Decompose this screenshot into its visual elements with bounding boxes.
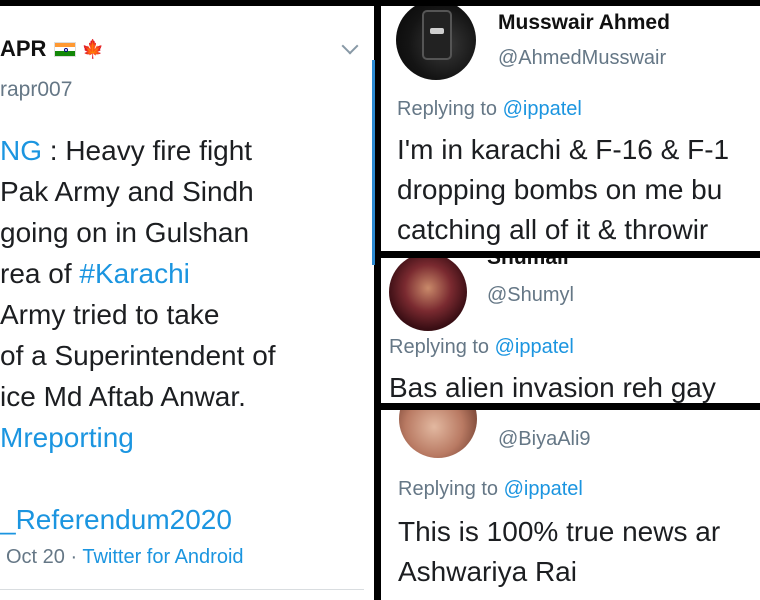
india-flag-icon: [54, 41, 77, 57]
reply-line: Ashwariya Rai: [398, 556, 577, 587]
author-name-row[interactable]: APR 🍁: [0, 36, 104, 62]
reply-card: @BiyaAli9 Replying to @ippatel This is 1…: [381, 410, 760, 600]
avatar[interactable]: [396, 6, 476, 80]
tweet-line: NG : Heavy fire fight: [0, 135, 253, 166]
reply-author-name[interactable]: Shumail: [487, 258, 569, 270]
reply-line: Bas alien invasion reh gay: [389, 372, 716, 403]
mention-link[interactable]: @ippatel: [495, 336, 574, 358]
tweet-line: rea of #Karachi: [0, 258, 190, 289]
tweet-line: ice Md Aftab Anwar.: [0, 381, 246, 412]
mention-link[interactable]: @ippatel: [503, 98, 582, 120]
replying-to: Replying to @ippatel: [397, 98, 582, 120]
hashtag-link[interactable]: Mreporting: [0, 421, 134, 455]
divider: [0, 589, 364, 590]
reply-line: catching all of it & throwir: [397, 214, 709, 245]
tweet-line: of a Superintendent of: [0, 340, 276, 371]
reply-author-name[interactable]: Musswair Ahmed: [498, 11, 670, 35]
hashtag-link[interactable]: NG: [0, 135, 42, 166]
reply-line: I'm in karachi & F-16 & F-1: [397, 134, 730, 165]
reply-author-handle[interactable]: @AhmedMusswair: [498, 47, 666, 70]
mention-link[interactable]: @ippatel: [504, 478, 583, 500]
tweet-line: going on in Gulshan: [0, 217, 250, 248]
hashtag-karachi-link[interactable]: #Karachi: [79, 258, 190, 289]
phone-image-icon: [422, 10, 452, 60]
main-tweet-card: APR 🍁 rapr007 NG : Heavy fire fight Pak …: [0, 6, 374, 600]
maple-leaf-icon: 🍁: [81, 38, 104, 59]
scrollbar[interactable]: [372, 60, 375, 265]
avatar[interactable]: [389, 258, 467, 331]
reply-card: Shumail @Shumyl Replying to @ippatel Bas…: [381, 258, 760, 403]
tweet-date[interactable]: Oct 20 ·: [6, 546, 82, 568]
tweet-line: Pak Army and Sindh: [0, 176, 254, 207]
tweet-line: Army tried to take: [0, 299, 220, 330]
reply-author-handle[interactable]: @Shumyl: [487, 284, 574, 307]
author-handle[interactable]: rapr007: [0, 78, 72, 102]
tweet-meta: Oct 20 · Twitter for Android: [6, 546, 244, 569]
replying-to: Replying to @ippatel: [389, 336, 574, 358]
chevron-down-icon[interactable]: [341, 37, 359, 55]
replying-to: Replying to @ippatel: [398, 478, 583, 500]
reply-author-handle[interactable]: @BiyaAli9: [498, 428, 591, 451]
reply-line: This is 100% true news ar: [398, 516, 721, 547]
reply-line: dropping bombs on me bu: [397, 174, 723, 205]
avatar[interactable]: [399, 410, 477, 458]
author-display-name[interactable]: APR: [0, 36, 46, 62]
reply-card: Musswair Ahmed @AhmedMusswair Replying t…: [381, 6, 760, 251]
hashtag-link[interactable]: _Referendum2020: [0, 503, 232, 537]
tweet-client-link[interactable]: Twitter for Android: [82, 546, 243, 568]
